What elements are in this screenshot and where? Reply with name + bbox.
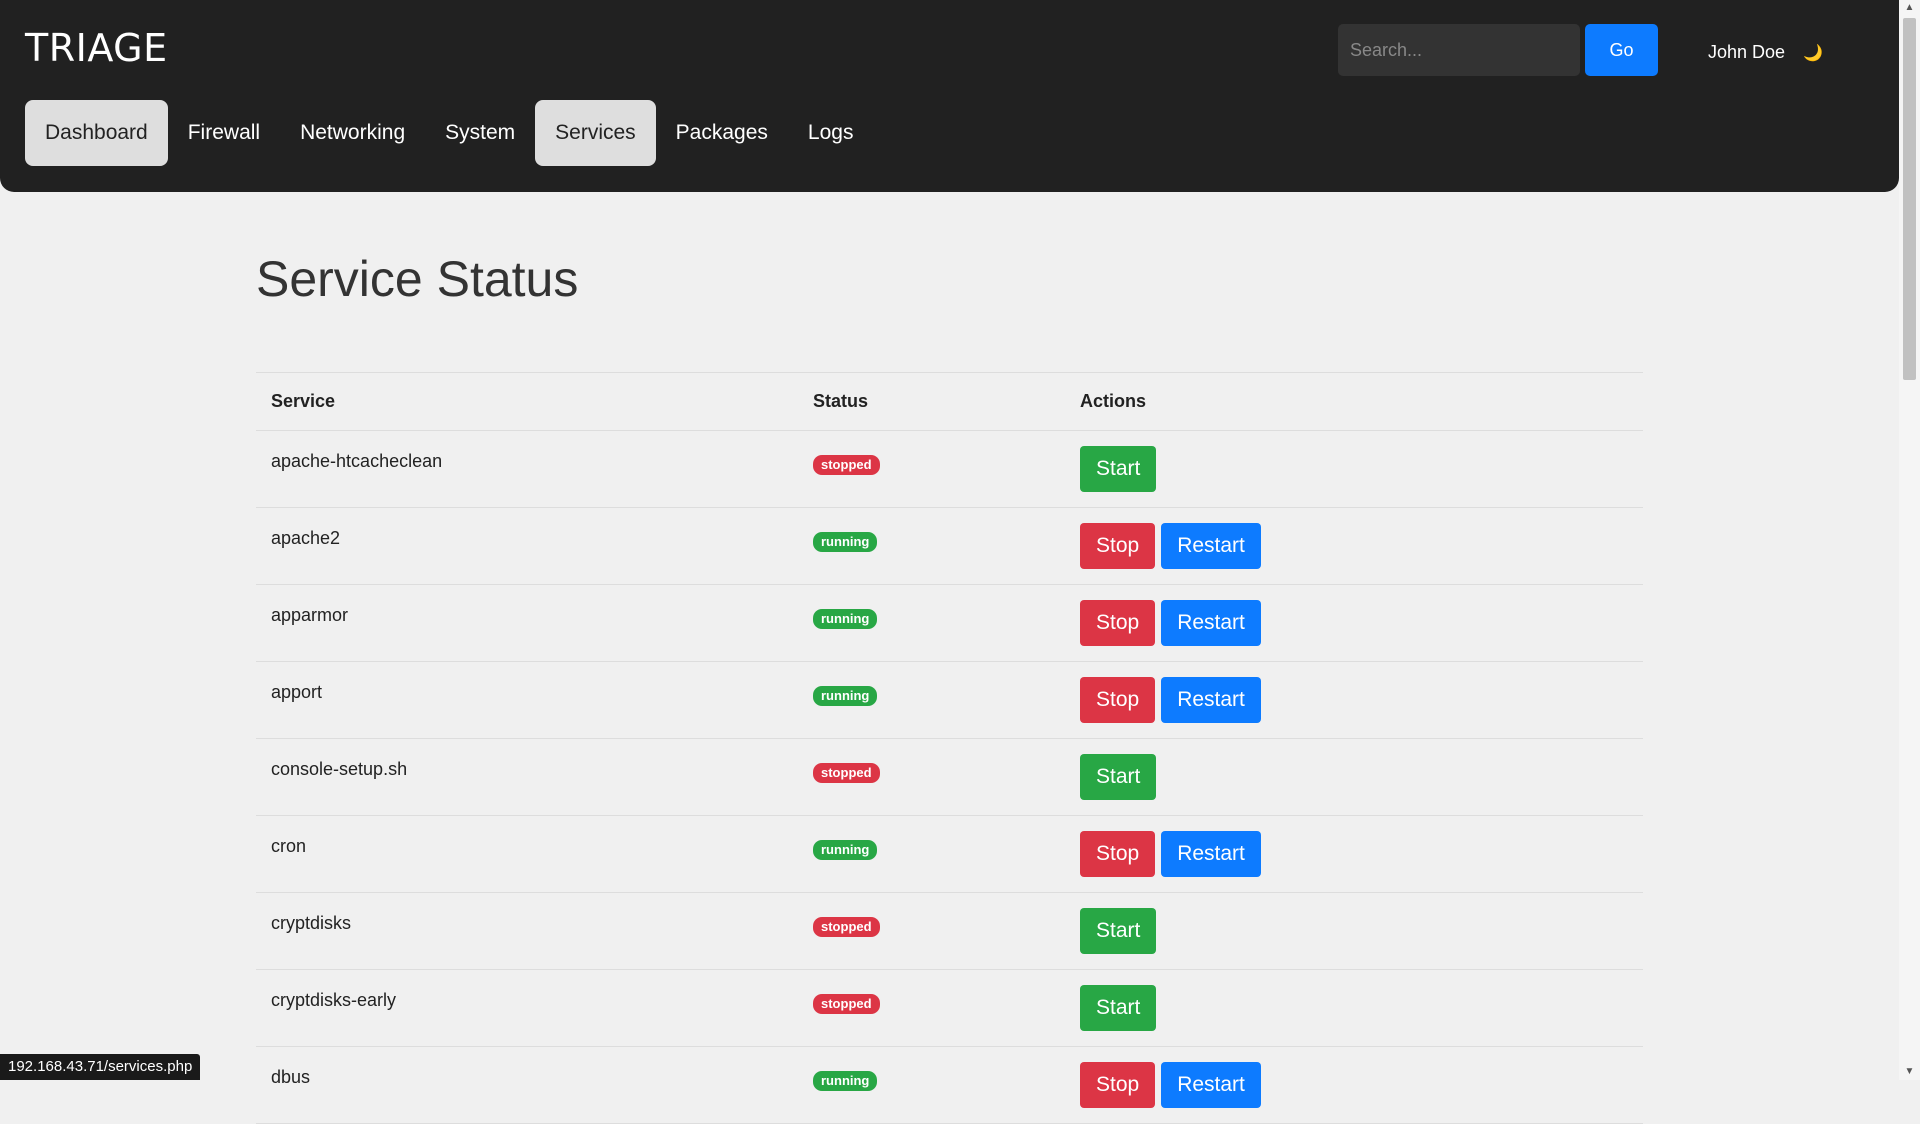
restart-button[interactable]: Restart xyxy=(1161,831,1261,877)
table-row: cryptdisks-early stopped Start xyxy=(256,969,1643,1047)
row-actions: Start xyxy=(1065,430,1643,508)
row-actions: Start xyxy=(1065,969,1643,1047)
status-badge: stopped xyxy=(813,763,880,783)
page-title: Service Status xyxy=(256,251,579,307)
status-badge: running xyxy=(813,840,878,860)
table-row: apache-htcacheclean stopped Start xyxy=(256,430,1643,508)
start-button[interactable]: Start xyxy=(1080,754,1157,800)
service-name: apache-htcacheclean xyxy=(256,430,798,508)
nav-networking[interactable]: Networking xyxy=(280,100,425,166)
row-actions: Stop Restart xyxy=(1065,1046,1643,1124)
stop-button[interactable]: Stop xyxy=(1080,1062,1156,1108)
start-button[interactable]: Start xyxy=(1080,985,1157,1031)
top-header: TRIAGE Go John Doe 🌙 Dashboard Firewall … xyxy=(0,0,1899,192)
table-header-row: Service Status Actions xyxy=(256,372,1643,431)
search-go-button[interactable]: Go xyxy=(1585,24,1658,76)
scroll-down-arrow-icon[interactable]: ▼ xyxy=(1903,1066,1916,1078)
row-actions: Stop Restart xyxy=(1065,584,1643,662)
row-actions: Stop Restart xyxy=(1065,507,1643,585)
user-name[interactable]: John Doe xyxy=(1708,42,1785,63)
start-button[interactable]: Start xyxy=(1080,446,1157,492)
column-header-status: Status xyxy=(798,372,1065,431)
moon-icon[interactable]: 🌙 xyxy=(1803,43,1823,63)
app-logo[interactable]: TRIAGE xyxy=(25,26,168,70)
status-badge: running xyxy=(813,609,878,629)
nav-packages[interactable]: Packages xyxy=(656,100,788,166)
vertical-scrollbar[interactable]: ▲ ▼ xyxy=(1899,0,1920,1080)
row-actions: Stop Restart xyxy=(1065,661,1643,739)
user-menu[interactable]: John Doe 🌙 xyxy=(1708,42,1823,63)
service-name: cryptdisks-early xyxy=(256,969,798,1047)
nav-dashboard[interactable]: Dashboard xyxy=(25,100,168,166)
status-badge: running xyxy=(813,1071,878,1091)
status-badge: stopped xyxy=(813,917,880,937)
service-name: dbus xyxy=(256,1046,798,1124)
restart-button[interactable]: Restart xyxy=(1161,600,1261,646)
status-badge: stopped xyxy=(813,455,880,475)
status-badge: running xyxy=(813,686,878,706)
restart-button[interactable]: Restart xyxy=(1161,677,1261,723)
service-name: cron xyxy=(256,815,798,893)
status-badge: running xyxy=(813,532,878,552)
search-input[interactable] xyxy=(1338,24,1580,76)
service-name: cryptdisks xyxy=(256,892,798,970)
column-header-service: Service xyxy=(256,372,798,431)
table-row: cryptdisks stopped Start xyxy=(256,892,1643,970)
services-table: Service Status Actions apache-htcachecle… xyxy=(256,372,1643,1124)
services-table-body: apache-htcacheclean stopped Start apache2 ru… xyxy=(256,430,1643,1124)
status-badge: stopped xyxy=(813,994,880,1014)
service-name: apport xyxy=(256,661,798,739)
restart-button[interactable]: Restart xyxy=(1161,1062,1261,1108)
restart-button[interactable]: Restart xyxy=(1161,523,1261,569)
column-header-actions: Actions xyxy=(1065,372,1643,431)
stop-button[interactable]: Stop xyxy=(1080,677,1156,723)
nav-logs[interactable]: Logs xyxy=(788,100,874,166)
stop-button[interactable]: Stop xyxy=(1080,831,1156,877)
table-row: apparmor running Stop Restart xyxy=(256,584,1643,662)
status-bar-url: 192.168.43.71/services.php xyxy=(0,1054,201,1080)
service-name: apparmor xyxy=(256,584,798,662)
table-row: console-setup.sh stopped Start xyxy=(256,738,1643,816)
row-actions: Start xyxy=(1065,738,1643,816)
scrollbar-thumb[interactable] xyxy=(1903,18,1916,380)
nav-services[interactable]: Services xyxy=(535,100,656,166)
main-nav: Dashboard Firewall Networking System Ser… xyxy=(25,100,873,166)
row-actions: Start xyxy=(1065,892,1643,970)
stop-button[interactable]: Stop xyxy=(1080,523,1156,569)
stop-button[interactable]: Stop xyxy=(1080,600,1156,646)
table-row: apport running Stop Restart xyxy=(256,661,1643,739)
table-row: cron running Stop Restart xyxy=(256,815,1643,893)
row-actions: Stop Restart xyxy=(1065,815,1643,893)
table-row: dbus running Stop Restart xyxy=(256,1046,1643,1124)
table-row: apache2 running Stop Restart xyxy=(256,507,1643,585)
service-name: console-setup.sh xyxy=(256,738,798,816)
start-button[interactable]: Start xyxy=(1080,908,1157,954)
service-name: apache2 xyxy=(256,507,798,585)
nav-firewall[interactable]: Firewall xyxy=(168,100,280,166)
nav-system[interactable]: System xyxy=(425,100,535,166)
services-table-container: Service Status Actions apache-htcachecle… xyxy=(256,372,1643,1124)
scroll-up-arrow-icon[interactable]: ▲ xyxy=(1903,2,1916,14)
